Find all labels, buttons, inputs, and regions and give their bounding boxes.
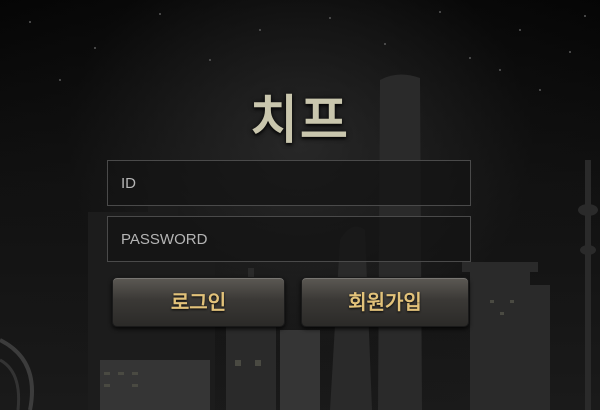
login-button[interactable]: 로그인: [112, 277, 285, 327]
login-screen: 치프 로그인 회원가입: [0, 0, 600, 410]
signup-button[interactable]: 회원가입: [301, 277, 469, 327]
password-input[interactable]: [107, 216, 471, 262]
id-input[interactable]: [107, 160, 471, 206]
brand-title: 치프: [250, 91, 350, 151]
